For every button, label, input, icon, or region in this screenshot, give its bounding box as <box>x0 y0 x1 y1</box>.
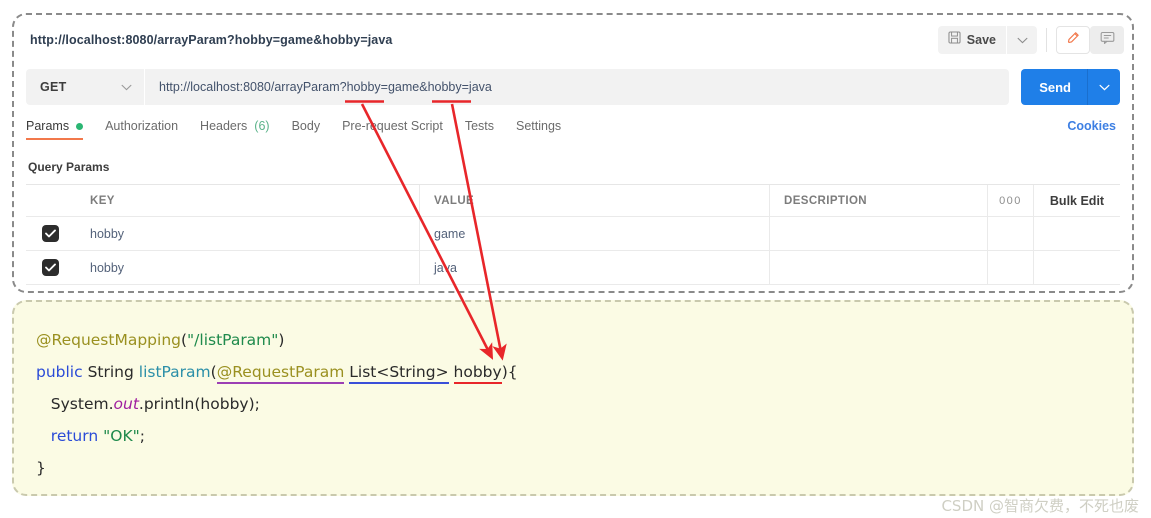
code-line-5: } <box>36 452 1132 484</box>
tab-headers-count: (6) <box>254 119 270 133</box>
checkbox-checked-icon <box>41 225 59 242</box>
tab-tests-label: Tests <box>464 119 494 133</box>
code-line2-tail: ){ <box>501 363 518 381</box>
tab-pre-request-script-label: Pre-request Script <box>342 119 443 133</box>
request-panel: http://localhost:8080/arrayParam?hobby=g… <box>12 13 1134 293</box>
code-method-name: listParam <box>138 363 211 381</box>
tab-pre-request-script[interactable]: Pre-request Script <box>342 119 457 140</box>
header-key: KEY <box>90 194 115 207</box>
save-button-group: Save <box>937 26 1037 54</box>
save-button[interactable]: Save <box>937 26 1006 54</box>
tab-params-label: Params <box>26 119 70 133</box>
tab-body[interactable]: Body <box>292 119 335 140</box>
tab-tests[interactable]: Tests <box>465 119 508 140</box>
tab-settings-label: Settings <box>516 119 562 133</box>
header-description: DESCRIPTION <box>784 194 867 207</box>
query-params-label: Query Params <box>28 160 110 174</box>
code-keyword-public: public <box>36 363 83 381</box>
code-param-hobby: hobby <box>453 363 502 384</box>
pencil-icon <box>1066 30 1081 50</box>
chevron-down-icon <box>121 78 132 96</box>
cookies-link[interactable]: Cookies <box>1067 119 1120 133</box>
query-params-table: KEY VALUE DESCRIPTION 000 Bulk Edit hobb… <box>26 184 1120 285</box>
save-button-label: Save <box>966 33 996 47</box>
tab-authorization-label: Authorization <box>105 119 179 133</box>
row-spacer-dots <box>988 217 1034 250</box>
header-checkbox-cell <box>26 185 74 216</box>
code-closing-brace: } <box>36 459 46 477</box>
tab-headers[interactable]: Headers (6) <box>200 119 284 140</box>
header-value: VALUE <box>434 194 475 207</box>
send-button-group: Send <box>1021 69 1120 105</box>
save-dropdown-button[interactable] <box>1007 26 1037 54</box>
code-println-prefix: System. <box>36 395 114 413</box>
tab-params[interactable]: Params <box>26 119 97 140</box>
bulk-edit-button[interactable]: Bulk Edit <box>1034 185 1120 216</box>
row-checkbox[interactable] <box>26 251 74 284</box>
row-spacer-bulk <box>1034 217 1120 250</box>
send-button[interactable]: Send <box>1021 80 1087 95</box>
row-value[interactable]: game <box>434 227 465 241</box>
row-key[interactable]: hobby <box>90 227 124 241</box>
more-dots-icon: 000 <box>999 194 1022 207</box>
floppy-disk-icon <box>948 31 961 49</box>
chevron-down-icon <box>1099 78 1110 96</box>
send-dropdown-button[interactable] <box>1088 78 1120 96</box>
code-paren-close: ) <box>278 331 285 349</box>
method-select[interactable]: GET <box>26 69 144 105</box>
tab-settings[interactable]: Settings <box>516 119 575 140</box>
comment-button[interactable] <box>1090 26 1124 54</box>
row-key[interactable]: hobby <box>90 261 124 275</box>
code-line-3: System.out.println(hobby); <box>36 388 1132 420</box>
url-input[interactable]: http://localhost:8080/arrayParam?hobby=g… <box>145 69 1010 105</box>
code-line-4: return "OK"; <box>36 420 1132 452</box>
table-row[interactable]: hobby game <box>26 217 1120 251</box>
tab-body-label: Body <box>291 119 321 133</box>
csdn-watermark: CSDN @智商欠费，不死也废 <box>941 497 1139 515</box>
code-paren-open: ( <box>210 363 217 381</box>
request-name-row: http://localhost:8080/arrayParam?hobby=g… <box>14 15 1132 65</box>
edit-button[interactable] <box>1056 26 1090 54</box>
code-println-suffix: .println(hobby); <box>138 395 260 413</box>
tab-headers-label: Headers <box>200 119 248 133</box>
code-line-1: @RequestMapping("/listParam") <box>36 324 1132 356</box>
row-checkbox[interactable] <box>26 217 74 250</box>
table-header-row: KEY VALUE DESCRIPTION 000 Bulk Edit <box>26 185 1120 217</box>
code-keyword-return: return <box>36 427 104 445</box>
params-modified-dot-icon <box>76 122 84 130</box>
code-annotation-requestmapping: @RequestMapping <box>36 331 181 349</box>
code-line-2: public String listParam(@RequestParam Li… <box>36 356 1132 388</box>
code-type-string: String <box>82 363 139 381</box>
url-bar: GET http://localhost:8080/arrayParam?hob… <box>26 65 1120 109</box>
row-spacer-dots <box>988 251 1034 284</box>
row-spacer-bulk <box>1034 251 1120 284</box>
request-tabs: Params Authorization Headers (6) Body Pr… <box>26 119 1120 151</box>
chevron-down-icon <box>1017 31 1028 49</box>
tab-authorization[interactable]: Authorization <box>105 119 192 140</box>
method-label: GET <box>40 80 67 94</box>
code-snippet-panel: @RequestMapping("/listParam") public Str… <box>12 300 1134 496</box>
code-space-2 <box>449 363 454 381</box>
code-generic-list-string: List<String> <box>349 363 449 384</box>
request-name[interactable]: http://localhost:8080/arrayParam?hobby=g… <box>30 33 938 47</box>
table-row[interactable]: hobby java <box>26 251 1120 285</box>
checkbox-checked-icon <box>41 259 59 276</box>
code-field-out: out <box>113 395 139 413</box>
code-string-ok: "OK" <box>103 427 140 445</box>
screenshot-root: http://localhost:8080/arrayParam?hobby=g… <box>0 0 1151 518</box>
code-semicolon: ; <box>139 427 145 445</box>
comment-icon <box>1100 31 1115 50</box>
code-string-path: "/listParam" <box>187 331 279 349</box>
bulk-edit-label: Bulk Edit <box>1049 193 1105 208</box>
code-annotation-requestparam: @RequestParam <box>216 363 345 384</box>
toolbar-divider <box>1046 28 1047 52</box>
table-more-options-button[interactable]: 000 <box>988 185 1034 216</box>
row-value[interactable]: java <box>434 261 457 275</box>
